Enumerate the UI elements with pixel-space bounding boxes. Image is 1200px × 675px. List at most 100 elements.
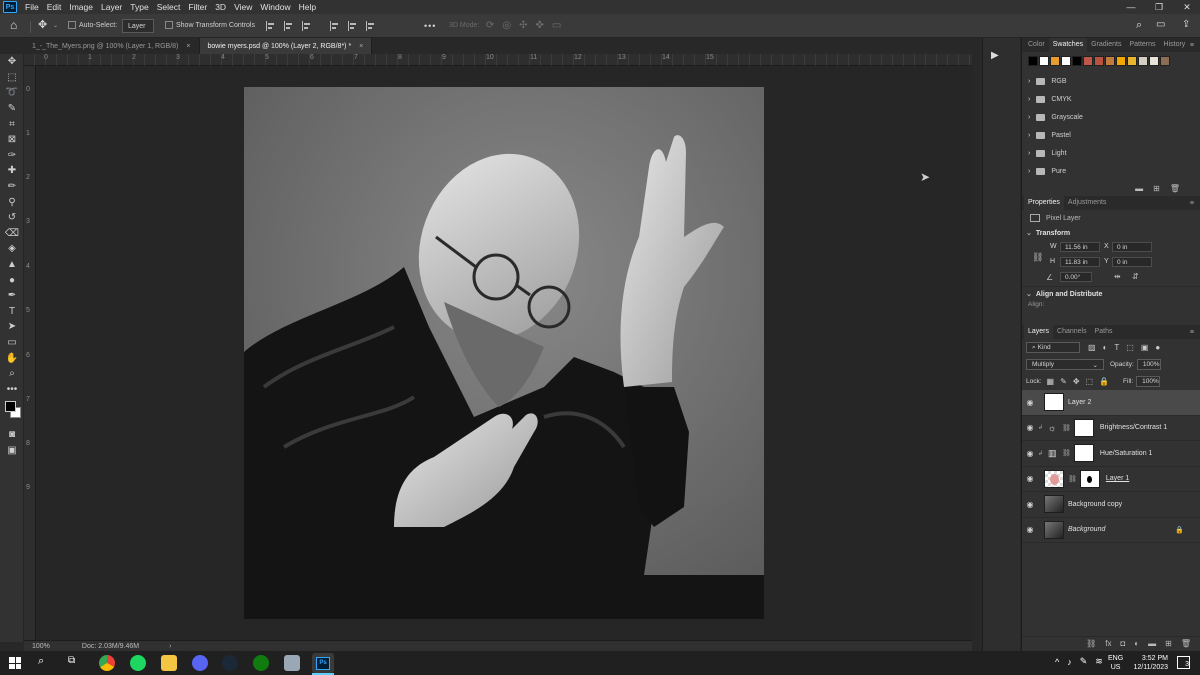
layer-name[interactable]: Brightness/Contrast 1 (1100, 424, 1167, 431)
trash-icon[interactable]: 🗑 (1181, 639, 1191, 648)
panel-menu-icon[interactable]: ≡ (1190, 329, 1194, 336)
tab-channels[interactable]: Channels (1053, 325, 1091, 339)
align-right-icon[interactable] (302, 21, 312, 31)
eye-icon[interactable]: ◉ (1022, 449, 1038, 458)
panel-menu-icon[interactable]: ≡ (1190, 200, 1194, 207)
menu-view[interactable]: View (230, 0, 256, 14)
lock-icon[interactable]: 🔒 (1175, 526, 1184, 534)
tab-swatches[interactable]: Swatches (1048, 38, 1088, 52)
link-icon[interactable]: ⛓ (1068, 475, 1077, 483)
3d-roll-icon[interactable]: ◎ (502, 20, 511, 31)
tab-bowie-myers[interactable]: bowie myers.psd @ 100% (Layer 2, RGB/8*)… (199, 38, 373, 54)
tab-properties[interactable]: Properties (1024, 196, 1064, 210)
panel-menu-icon[interactable]: ≡ (1190, 42, 1194, 49)
crop-tool-icon[interactable]: ⌗ (0, 116, 24, 132)
tab-color[interactable]: Color (1024, 38, 1049, 52)
photoshop-taskbar-item[interactable]: Ps (312, 653, 334, 673)
align-section[interactable]: ⌄ Align and Distribute (1022, 287, 1200, 301)
filter-adjustment-icon[interactable]: ◐ (1103, 343, 1108, 352)
menu-file[interactable]: File (21, 0, 43, 14)
lasso-tool-icon[interactable]: ➰ (0, 85, 24, 101)
swatch-folder[interactable]: › RGB (1022, 72, 1200, 90)
align-center-icon[interactable] (284, 21, 294, 31)
file-explorer-icon[interactable] (161, 655, 177, 671)
swatch-folder[interactable]: › Pure (1022, 162, 1200, 180)
tab-adjustments[interactable]: Adjustments (1064, 196, 1111, 210)
layer-row-brightness-contrast[interactable]: ◉ ↲ ☼ ⛓ Brightness/Contrast 1 (1022, 416, 1200, 441)
zoom-level[interactable]: 100% (32, 643, 50, 650)
search-icon[interactable]: ⌕ (1136, 19, 1142, 32)
menu-filter[interactable]: Filter (184, 0, 211, 14)
show-transform-checkbox[interactable]: Show Transform Controls (165, 21, 255, 29)
maximize-icon[interactable]: ❐ (1146, 0, 1172, 14)
home-icon[interactable]: ⌂ (10, 19, 17, 31)
tab-paths[interactable]: Paths (1091, 325, 1117, 339)
chevron-down-icon[interactable]: ⌄ (53, 22, 58, 29)
height-field[interactable]: 11.83 in (1060, 257, 1100, 267)
auto-select-dropdown[interactable]: Layer (122, 19, 154, 33)
color-swatch[interactable] (1072, 56, 1082, 66)
share-icon[interactable]: ⇪ (1182, 19, 1190, 30)
link-icon[interactable]: ⛓ (1032, 252, 1043, 263)
tab-layers[interactable]: Layers (1024, 325, 1054, 339)
opacity-field[interactable]: 100% (1136, 359, 1161, 370)
frame-tool-icon[interactable]: ⊠ (0, 132, 24, 148)
menu-window[interactable]: Window (256, 0, 294, 14)
color-swatch[interactable] (1094, 56, 1104, 66)
menu-image[interactable]: Image (65, 0, 97, 14)
layer-row-layer-1[interactable]: ◉ ⛓ Layer 1 (1022, 467, 1200, 492)
adjustment-layer-icon[interactable]: ◐ (1134, 639, 1139, 648)
lock-all-icon[interactable]: 🔒 (1099, 377, 1109, 386)
hand-tool-icon[interactable]: ✋ (0, 350, 24, 366)
tab-gradients[interactable]: Gradients (1087, 38, 1125, 52)
angle-field[interactable]: 0.00° (1060, 272, 1092, 282)
discord-icon[interactable] (192, 655, 208, 671)
foreground-color[interactable] (5, 401, 16, 413)
layer-name[interactable]: Layer 1 (1106, 475, 1129, 482)
eye-icon[interactable]: ◉ (1022, 525, 1038, 534)
checkbox-icon[interactable] (68, 21, 76, 29)
color-swatch[interactable] (1149, 56, 1159, 66)
menu-3d[interactable]: 3D (211, 0, 230, 14)
lock-transparent-icon[interactable]: ▦ (1047, 377, 1055, 386)
blend-mode-dropdown[interactable]: Multiply ⌄ (1026, 359, 1104, 370)
color-swatch[interactable] (1116, 56, 1126, 66)
lock-artboard-icon[interactable]: ⬚ (1086, 377, 1094, 386)
flip-horizontal-icon[interactable]: ⇹ (1114, 272, 1121, 281)
align-left-icon[interactable] (266, 21, 276, 31)
clock[interactable]: 3:52 PM 12/11/2023 (1128, 654, 1168, 672)
chevron-right-icon[interactable]: › (169, 643, 171, 650)
pen-tool-icon[interactable]: ✒ (0, 288, 24, 304)
language-indicator[interactable]: ENG US (1108, 654, 1123, 672)
ruler-left[interactable]: 0 1 2 3 4 5 6 7 8 9 (24, 66, 36, 640)
volume-icon[interactable]: ♪ (1067, 657, 1072, 667)
link-icon[interactable]: ⛓ (1062, 449, 1071, 457)
healing-brush-icon[interactable]: ✚ (0, 163, 24, 179)
link-layers-icon[interactable]: ⛓ (1086, 639, 1096, 648)
eye-icon[interactable]: ◉ (1022, 423, 1038, 432)
add-mask-icon[interactable]: ◘ (1120, 639, 1125, 648)
workspace-icon[interactable]: ▭ (1156, 19, 1165, 30)
link-icon[interactable]: ⛓ (1062, 424, 1071, 432)
eyedropper-tool-icon[interactable]: ✑ (0, 148, 24, 164)
ruler-top[interactable]: 0 1 2 3 4 5 6 7 8 9 10 11 12 13 14 15 (24, 54, 972, 66)
auto-select-checkbox[interactable]: Auto-Select: (68, 21, 117, 29)
3d-scale-icon[interactable]: ▭ (552, 20, 561, 31)
quick-mask-icon[interactable]: ◙ (0, 427, 24, 443)
pen-icon[interactable]: ✎ (1080, 656, 1088, 667)
eraser-tool-icon[interactable]: ⌫ (0, 226, 24, 242)
align-bottom-icon[interactable] (366, 21, 376, 31)
folder-icon[interactable]: ▬ (1135, 184, 1143, 193)
chevron-right-icon[interactable]: › (1028, 168, 1030, 175)
filter-smart-icon[interactable]: ▣ (1141, 343, 1149, 352)
layer-name[interactable]: Background (1068, 526, 1105, 533)
chevron-down-icon[interactable]: ⌄ (1026, 229, 1032, 237)
layer-mask-thumbnail[interactable] (1073, 444, 1094, 463)
chevron-right-icon[interactable]: › (1028, 96, 1030, 103)
color-swatch[interactable] (1160, 56, 1170, 66)
filter-toggle-icon[interactable]: ● (1155, 343, 1160, 352)
rectangle-tool-icon[interactable]: ▭ (0, 335, 24, 351)
chevron-up-icon[interactable]: ^ (1055, 657, 1059, 667)
menu-type[interactable]: Type (126, 0, 152, 14)
dodge-tool-icon[interactable]: ● (0, 272, 24, 288)
